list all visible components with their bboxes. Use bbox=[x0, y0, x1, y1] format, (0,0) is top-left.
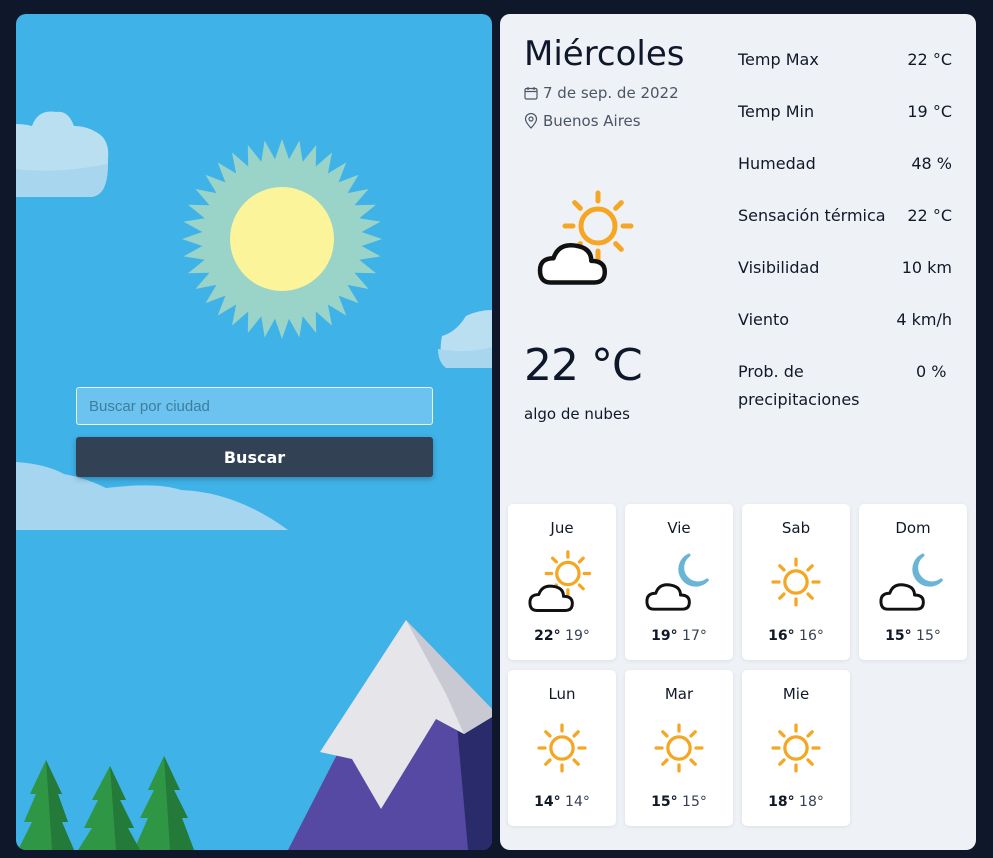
forecast-card: Jue 22° 19° bbox=[508, 504, 616, 660]
forecast-card: Dom 15° 15° bbox=[859, 504, 967, 660]
search-panel: Buscar bbox=[16, 14, 492, 850]
city-text: Buenos Aires bbox=[543, 112, 641, 130]
stat-label: Temp Min bbox=[738, 102, 815, 121]
forecast-max: 16° bbox=[768, 628, 795, 644]
location-pin-icon bbox=[524, 113, 538, 129]
stat-label: Visibilidad bbox=[738, 258, 820, 277]
cloud-icon bbox=[438, 310, 492, 368]
stat-value: 19 °C bbox=[907, 102, 952, 121]
forecast-temps: 18° 18° bbox=[742, 794, 850, 810]
current-day: Miércoles bbox=[524, 34, 685, 74]
forecast-temps: 14° 14° bbox=[508, 794, 616, 810]
forecast-temps: 16° 16° bbox=[742, 628, 850, 644]
search-button[interactable]: Buscar bbox=[76, 437, 433, 477]
stat-value: 22 °C bbox=[907, 50, 952, 69]
sun-behind-cloud-icon bbox=[528, 550, 592, 612]
forecast-day: Jue bbox=[550, 519, 574, 537]
stat-label: Humedad bbox=[738, 154, 816, 173]
forecast-day: Mie bbox=[782, 685, 810, 703]
forecast-max: 18° bbox=[768, 794, 795, 810]
forecast-min: 15° bbox=[682, 794, 707, 810]
stat-label: Prob. de precipitaciones bbox=[738, 362, 860, 409]
cloud-icon bbox=[16, 111, 109, 197]
sun-behind-cloud-icon bbox=[537, 190, 634, 285]
sun-icon bbox=[771, 723, 821, 773]
current-date: 7 de sep. de 2022 bbox=[524, 84, 679, 102]
forecast-max: 15° bbox=[885, 628, 912, 644]
weather-description: algo de nubes bbox=[524, 405, 630, 423]
sun-icon bbox=[654, 723, 704, 773]
stat-value: 0 % bbox=[916, 362, 947, 381]
forecast-min: 17° bbox=[682, 628, 707, 644]
stat-value: 10 km bbox=[901, 258, 952, 277]
mountain-illustration bbox=[288, 620, 492, 850]
forecast-max: 14° bbox=[534, 794, 561, 810]
forecast-card: Sab 16° 16° bbox=[742, 504, 850, 660]
sky-illustration bbox=[16, 111, 492, 850]
stat-value: 4 km/h bbox=[896, 310, 952, 329]
forecast-temps: 15° 15° bbox=[859, 628, 967, 644]
forecast-max: 19° bbox=[651, 628, 678, 644]
forecast-day: Dom bbox=[895, 519, 931, 537]
stat-label: Sensación térmica bbox=[738, 206, 886, 225]
forecast-temps: 22° 19° bbox=[508, 628, 616, 644]
moon-cloud-icon bbox=[879, 553, 943, 611]
forecast-day: Vie bbox=[667, 519, 691, 537]
sun-illustration bbox=[182, 139, 382, 339]
moon-cloud-icon bbox=[645, 553, 709, 611]
forecast-max: 22° bbox=[534, 628, 561, 644]
forecast-card: Mie 18° 18° bbox=[742, 670, 850, 826]
forecast-day: Lun bbox=[548, 685, 576, 703]
sun-icon bbox=[537, 723, 587, 773]
forecast-min: 19° bbox=[565, 628, 590, 644]
forecast-temps: 15° 15° bbox=[625, 794, 733, 810]
stat-value: 22 °C bbox=[907, 206, 952, 225]
forecast-min: 18° bbox=[799, 794, 824, 810]
forecast-card: Vie 19° 17° bbox=[625, 504, 733, 660]
forecast-min: 16° bbox=[799, 628, 824, 644]
forecast-day: Mar bbox=[664, 685, 694, 703]
stat-label: Temp Max bbox=[738, 50, 819, 69]
forecast-max: 15° bbox=[651, 794, 678, 810]
weather-panel: Miércoles 7 de sep. de 2022 Buenos Aires… bbox=[500, 14, 976, 850]
forecast-min: 15° bbox=[916, 628, 941, 644]
forecast-card: Lun 14° 14° bbox=[508, 670, 616, 826]
calendar-icon bbox=[524, 87, 538, 100]
stat-label: Viento bbox=[738, 310, 790, 329]
sun-icon bbox=[771, 557, 821, 607]
forecast-card: Mar 15° 15° bbox=[625, 670, 733, 826]
date-text: 7 de sep. de 2022 bbox=[543, 84, 679, 102]
search-input[interactable] bbox=[76, 387, 433, 425]
current-temperature: 22 °C bbox=[524, 340, 643, 391]
forecast-temps: 19° 17° bbox=[625, 628, 733, 644]
forecast-min: 14° bbox=[565, 794, 590, 810]
forecast-day: Sab bbox=[781, 519, 811, 537]
stat-value: 48 % bbox=[911, 154, 952, 173]
current-city: Buenos Aires bbox=[524, 112, 641, 130]
